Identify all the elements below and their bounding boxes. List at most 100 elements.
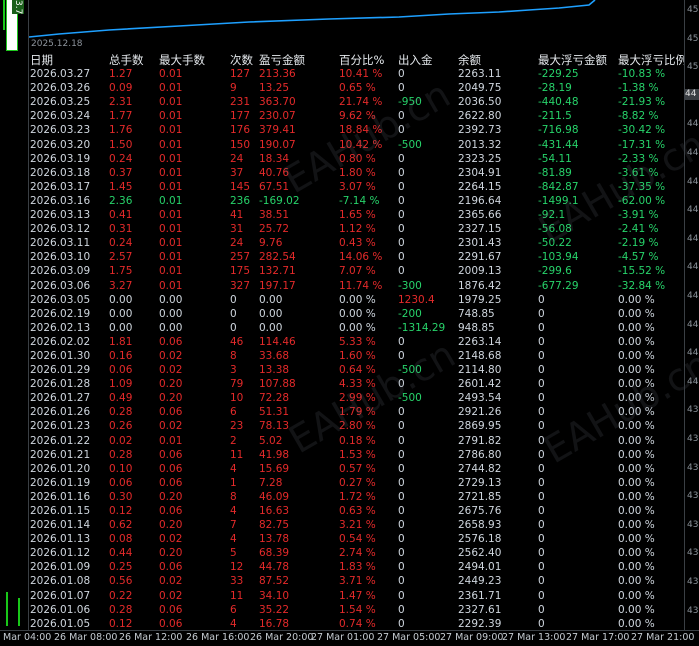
- table-row[interactable]: 2026.01.29 0.06 0.02 3 13.38 0.64 % -500 2114.8…: [29, 363, 684, 377]
- row-pnl: 7.28: [259, 476, 283, 489]
- table-row[interactable]: 2026.01.20 0.10 0.06 4 15.69 0.57 % 0 2744.82 0 0…: [29, 462, 684, 476]
- row-total-lots: 3.27: [109, 279, 133, 292]
- row-max-lots: 0.01: [159, 82, 183, 95]
- table-row[interactable]: 2026.01.06 0.28 0.06 6 35.22 1.54 % 0 2327.61 0 0…: [29, 603, 684, 617]
- table-row[interactable]: 2026.01.26 0.28 0.06 6 51.31 1.79 % 0 2921.26 0 0…: [29, 405, 684, 419]
- row-max-float-loss: 0: [538, 293, 545, 306]
- row-inout: 0: [398, 617, 405, 630]
- price-tick-label: 43: [687, 577, 699, 587]
- row-date: 2026.01.19: [30, 476, 91, 489]
- row-total-lots: 1.75: [109, 265, 133, 278]
- table-row[interactable]: 2026.03.17 1.45 0.01 145 67.51 3.07 % 0 2264.15…: [29, 180, 684, 194]
- header-inout: 出入金: [398, 53, 433, 67]
- row-total-lots: 0.49: [109, 392, 133, 405]
- table-body: 2026.03.27 1.27 0.01 127 213.36 10.41 % 0 2263.…: [29, 67, 684, 630]
- row-date: 2026.03.18: [30, 166, 91, 179]
- table-row[interactable]: 2026.03.13 0.41 0.01 41 38.51 1.65 % 0 2365.66 -…: [29, 208, 684, 222]
- table-row[interactable]: 2026.03.20 1.50 0.01 150 190.07 10.42 % -500 20…: [29, 138, 684, 152]
- table-row[interactable]: 2026.03.12 0.31 0.01 31 25.72 1.12 % 0 2327.15 -…: [29, 222, 684, 236]
- row-max-float-loss: -50.22: [538, 237, 572, 250]
- row-max-float-pct: 0.00 %: [618, 617, 655, 630]
- table-row[interactable]: 2026.01.08 0.56 0.02 33 87.52 3.71 % 0 2449.23 0…: [29, 574, 684, 588]
- row-balance: 2361.71: [458, 589, 502, 602]
- table-row[interactable]: 2026.01.30 0.16 0.02 8 33.68 1.60 % 0 2148.68 0 0…: [29, 349, 684, 363]
- table-row[interactable]: 2026.03.19 0.24 0.01 24 18.34 0.80 % 0 2323.25 -…: [29, 152, 684, 166]
- table-row[interactable]: 2026.01.16 0.30 0.20 8 46.09 1.72 % 0 2721.85 0 0…: [29, 490, 684, 504]
- table-row[interactable]: 2026.03.26 0.09 0.01 9 13.25 0.65 % 0 2049.75 -2…: [29, 81, 684, 95]
- table-row[interactable]: 2026.01.07 0.22 0.02 11 34.10 1.47 % 0 2361.71 0…: [29, 589, 684, 603]
- row-max-float-pct: -17.31 %: [618, 138, 666, 151]
- table-row[interactable]: 2026.03.18 0.37 0.01 37 40.76 1.80 % 0 2304.91 -…: [29, 166, 684, 180]
- table-row[interactable]: 2026.01.27 0.49 0.20 10 72.28 2.99 % -500 2493.…: [29, 391, 684, 405]
- table-row[interactable]: 2026.03.09 1.75 0.01 175 132.71 7.07 % 0 2009.1…: [29, 264, 684, 278]
- price-tick-label: 44: [687, 262, 699, 273]
- table-row[interactable]: 2026.03.16 2.36 0.01 236 -169.02 -7.14 % 0 2196…: [29, 194, 684, 208]
- row-balance: 2365.66: [458, 209, 502, 222]
- table-row[interactable]: 2026.01.21 0.28 0.06 11 41.98 1.53 % 0 2786.80 0…: [29, 448, 684, 462]
- row-count: 4: [230, 505, 237, 517]
- table-row[interactable]: 2026.03.10 2.57 0.01 257 282.54 14.06 % 0 2291.…: [29, 250, 684, 264]
- table-row[interactable]: 2026.01.14 0.62 0.20 7 82.75 3.21 % 0 2658.93 0 0…: [29, 518, 684, 532]
- table-row[interactable]: 2026.03.24 1.77 0.01 177 230.07 9.62 % 0 2622.8…: [29, 109, 684, 123]
- left-volume-bar: [6, 592, 8, 626]
- row-max-float-pct: 0.00 %: [618, 420, 655, 433]
- table-row[interactable]: 2026.03.23 1.76 0.01 176 379.41 18.84 % 0 2392.…: [29, 123, 684, 137]
- row-max-float-pct: 0.00 %: [618, 589, 655, 602]
- header-balance: 余额: [458, 53, 481, 67]
- price-tick-label: 43: [687, 405, 699, 416]
- row-percent: 3.21 %: [339, 519, 376, 532]
- row-percent: 1.47 %: [339, 589, 376, 602]
- table-row[interactable]: 2026.03.27 1.27 0.01 127 213.36 10.41 % 0 2263.…: [29, 67, 684, 81]
- equity-chart[interactable]: 2025.12.18: [29, 0, 684, 49]
- row-max-lots: 0.01: [159, 166, 183, 179]
- table-row[interactable]: 2026.02.02 1.81 0.06 46 114.46 5.33 % 0 2263.14…: [29, 335, 684, 349]
- row-inout: 0: [398, 490, 405, 503]
- row-percent: 0.80 %: [339, 152, 376, 165]
- table-row[interactable]: 2026.01.28 1.09 0.20 79 107.88 4.33 % 0 2601.42…: [29, 377, 684, 391]
- row-date: 2026.03.06: [30, 279, 91, 292]
- row-inout: 0: [398, 82, 405, 95]
- table-row[interactable]: 2026.01.12 0.44 0.20 5 68.39 2.74 % 0 2562.40 0 0…: [29, 546, 684, 560]
- row-balance: 2323.25: [458, 152, 502, 165]
- row-total-lots: 0.12: [109, 505, 133, 517]
- price-tick-label: 44: [687, 148, 699, 158]
- row-max-lots: 0.06: [159, 448, 183, 461]
- table-row[interactable]: 2026.03.25 2.31 0.01 231 363.70 21.74 % -950 20…: [29, 95, 684, 109]
- time-axis[interactable]: Mar 04:00 26 Mar 08:00 26 Mar 12:00 26 Mar …: [0, 630, 699, 646]
- table-row[interactable]: 2026.01.05 0.12 0.06 4 16.78 0.74 % 0 2292.39 0 0…: [29, 617, 684, 630]
- price-tick-label: 43: [687, 434, 699, 444]
- table-row[interactable]: 2026.01.09 0.25 0.06 12 44.78 1.83 % 0 2494.01 0…: [29, 560, 684, 574]
- row-count: 24: [230, 152, 244, 165]
- row-max-lots: 0.01: [159, 96, 183, 109]
- table-row[interactable]: 2026.03.11 0.24 0.01 24 9.76 0.43 % 0 2301.43 -5…: [29, 236, 684, 250]
- table-row[interactable]: 2026.03.05 0.00 0.00 0 0.00 0.00 % 1230.4 1979.…: [29, 293, 684, 307]
- row-date: 2026.01.20: [30, 462, 91, 475]
- row-count: 33: [230, 575, 244, 588]
- row-total-lots: 0.44: [109, 547, 133, 560]
- table-row[interactable]: 2026.02.19 0.00 0.00 0 0.00 0.00 % -200 748.85 0…: [29, 307, 684, 321]
- row-count: 10: [230, 392, 244, 405]
- table-row[interactable]: 2026.02.13 0.00 0.00 0 0.00 0.00 % -1314.29 948…: [29, 321, 684, 335]
- price-axis[interactable]: 45 45 45 44 44 44 44 44 44 44 44 44 44 44 43 43 43 43 43 43…: [684, 0, 699, 630]
- row-max-float-pct: 0.00 %: [618, 392, 655, 405]
- row-max-float-pct: -21.93 %: [618, 96, 666, 109]
- table-row[interactable]: 2026.01.19 0.06 0.06 1 7.28 0.27 % 0 2729.13 0 0.…: [29, 476, 684, 490]
- table-row[interactable]: 2026.01.13 0.08 0.02 4 13.78 0.54 % 0 2576.18 0 0…: [29, 532, 684, 546]
- price-tick-label: 44: [687, 376, 699, 387]
- daily-report-table[interactable]: 日期 总手数 最大手数 次数 盈亏金额 百分比% 出入金 余额 最大浮亏金额 最…: [29, 53, 684, 630]
- row-percent: 0.27 %: [339, 476, 376, 489]
- row-max-float-loss: -103.94: [538, 251, 579, 264]
- row-date: 2026.01.27: [30, 392, 91, 405]
- table-row[interactable]: 2026.01.22 0.02 0.01 2 5.02 0.18 % 0 2791.82 0 0.…: [29, 434, 684, 448]
- row-max-float-loss: 0: [538, 392, 545, 405]
- table-row[interactable]: 2026.03.06 3.27 0.01 327 197.17 11.74 % -300 18…: [29, 279, 684, 293]
- left-volume-bar: [18, 598, 20, 626]
- time-tick-label: Mar 04:00: [3, 632, 52, 643]
- row-max-float-loss: 0: [538, 589, 545, 602]
- table-row[interactable]: 2026.01.15 0.12 0.06 4 16.63 0.63 % 0 2675.76 0 0…: [29, 504, 684, 518]
- row-count: 79: [230, 378, 244, 391]
- header-total-lots: 总手数: [109, 53, 144, 67]
- price-tick-label: 43: [687, 548, 699, 559]
- table-row[interactable]: 2026.01.23 0.26 0.02 23 78.13 2.80 % 0 2869.95 0…: [29, 419, 684, 433]
- row-total-lots: 1.77: [109, 110, 133, 123]
